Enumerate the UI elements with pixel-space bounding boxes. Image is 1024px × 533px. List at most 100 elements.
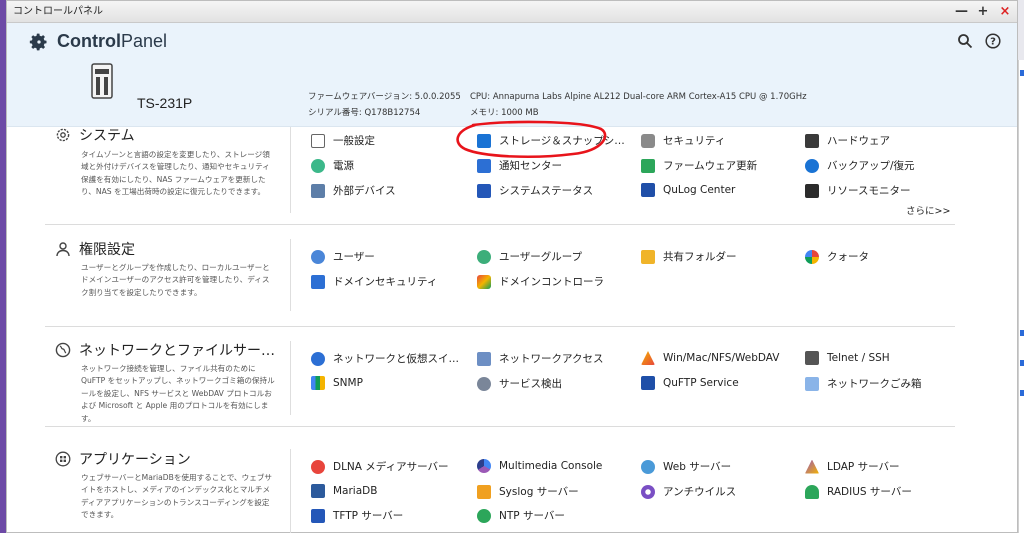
item-mariadb[interactable]: MariaDB [311,484,377,498]
item-multimedia-console[interactable]: Multimedia Console [477,459,602,473]
item-label: ネットワークごみ箱 [827,378,922,390]
item-user-groups[interactable]: ユーザーグループ [477,249,582,264]
item-ntp-server[interactable]: NTP サーバー [477,508,565,523]
item-resource-monitor[interactable]: リソースモニター [805,183,910,198]
item-network-recycle-bin[interactable]: ネットワークごみ箱 [805,376,922,391]
item-network-access[interactable]: ネットワークアクセス [477,351,603,366]
item-label: セキュリティ [663,135,726,147]
minimize-button[interactable]: — [955,1,968,23]
mariadb-icon [311,484,325,498]
item-label: クォータ [827,251,869,263]
app-title: ControlPanel [29,31,167,52]
backup-icon [805,158,819,173]
item-web-server[interactable]: Web サーバー [641,459,731,474]
item-ldap-server[interactable]: LDAP サーバー [805,459,900,474]
section-applications-title: アプリケーション [79,452,191,468]
item-quftp-service[interactable]: QuFTP Service [641,376,739,390]
item-label: MariaDB [333,485,378,497]
item-label: SNMP [333,377,363,389]
item-hardware[interactable]: ハードウェア [805,133,890,148]
item-shared-folders[interactable]: 共有フォルダー [641,249,737,264]
item-win-mac-nfs-webdav[interactable]: Win/Mac/NFS/WebDAV [641,351,779,365]
divider-vertical [290,127,291,213]
item-external-device[interactable]: 外部デバイス [311,183,396,198]
item-label: TFTP サーバー [333,510,404,522]
firmware-update-icon [641,158,655,173]
network-access-icon [477,351,491,366]
item-label: 電源 [333,160,354,172]
background-window-edge [1018,60,1024,533]
ntp-icon [477,508,491,523]
item-label: ドメインコントローラ [499,276,604,288]
help-icon[interactable]: ? [985,33,1001,49]
protocol-icon [641,351,655,365]
section-network-header: ネットワークとファイルサー… [55,340,275,360]
item-qulog-center[interactable]: QuLog Center [641,183,735,197]
item-security[interactable]: セキュリティ [641,133,725,148]
item-quota[interactable]: クォータ [805,249,869,264]
storage-icon [477,133,491,148]
item-label: Multimedia Console [499,460,603,472]
section-applications-desc: ウェブサーバーとMariaDBを使用することで、ウェブサイトをホストし、メディア… [81,473,273,520]
app-name: ControlPanel [57,31,168,51]
lock-icon [641,133,655,148]
nas-device-icon [91,63,113,99]
window-titlebar[interactable]: コントロールパネル — + × [7,1,1017,23]
item-label: ストレージ＆スナップシ… [499,135,625,147]
item-firmware-update[interactable]: ファームウェア更新 [641,158,757,173]
domain-security-icon [311,274,325,289]
hardware-icon [805,133,819,148]
divider-vertical [290,449,291,533]
section-system: システム タイムゾーンと言語の設定を変更したり、ストレージ領域と外付けデバイスを… [45,119,955,225]
item-label: アンチウイルス [663,486,737,498]
item-power[interactable]: 電源 [311,158,354,173]
item-storage-snapshots[interactable]: ストレージ＆スナップシ… [477,133,625,148]
item-radius-server[interactable]: RADIUS サーバー [805,484,912,499]
cpu-info: CPU: Annapurna Labs Alpine AL212 Dual-co… [470,92,807,102]
search-icon[interactable] [957,33,973,49]
apps-icon [55,451,71,467]
more-link[interactable]: さらに>> [906,203,950,217]
gear-outline-icon [56,128,70,142]
item-syslog-server[interactable]: Syslog サーバー [477,484,579,499]
item-dlna-media-server[interactable]: DLNA メディアサーバー [311,459,448,474]
item-label: バックアップ/復元 [827,160,915,172]
item-label: ネットワークアクセス [499,353,604,365]
item-system-status[interactable]: システムステータス [477,183,593,198]
section-network-desc: ネットワーク接続を管理し、ファイル共有のためにQuFTP をセットアップし、ネッ… [81,364,275,423]
item-telnet-ssh[interactable]: Telnet / SSH [805,351,890,365]
section-network: ネットワークとファイルサー… ネットワーク接続を管理し、ファイル共有のためにQu… [45,327,955,427]
recycle-bin-icon [805,376,819,391]
network-switch-icon [311,351,325,366]
header: ControlPanel ? TS-231P ファームウェアバージョン: 5.0… [7,23,1017,127]
item-label: QuFTP Service [663,377,739,389]
item-backup-restore[interactable]: バックアップ/復元 [805,158,915,173]
item-label: QuLog Center [663,184,736,196]
item-label: ユーザーグループ [499,251,583,263]
item-network-virtual-switch[interactable]: ネットワークと仮想スイ… [311,351,459,366]
close-button[interactable]: × [999,1,1011,23]
item-label: ユーザー [333,251,375,263]
item-label: Web サーバー [663,461,732,473]
syslog-icon [477,484,491,499]
item-antivirus[interactable]: アンチウイルス [641,484,736,499]
maximize-button[interactable]: + [977,1,989,23]
service-discovery-icon [477,376,491,391]
item-label: 外部デバイス [333,185,396,197]
domain-controller-icon [477,274,491,289]
item-domain-controller[interactable]: ドメインコントローラ [477,274,604,289]
item-general-settings[interactable]: 一般設定 [311,133,375,148]
item-tftp-server[interactable]: TFTP サーバー [311,508,403,523]
item-label: LDAP サーバー [827,461,900,473]
item-users[interactable]: ユーザー [311,249,375,264]
window-title: コントロールパネル [13,6,103,17]
notification-icon [477,158,491,173]
item-notification-center[interactable]: 通知センター [477,158,562,173]
dlna-icon [311,459,325,474]
item-domain-security[interactable]: ドメインセキュリティ [311,274,437,289]
item-service-discovery[interactable]: サービス検出 [477,376,562,391]
web-server-icon [641,459,655,474]
item-snmp[interactable]: SNMP [311,376,363,390]
device-info-right: CPU: Annapurna Labs Alpine AL212 Dual-co… [470,89,807,121]
item-label: ハードウェア [827,135,890,147]
